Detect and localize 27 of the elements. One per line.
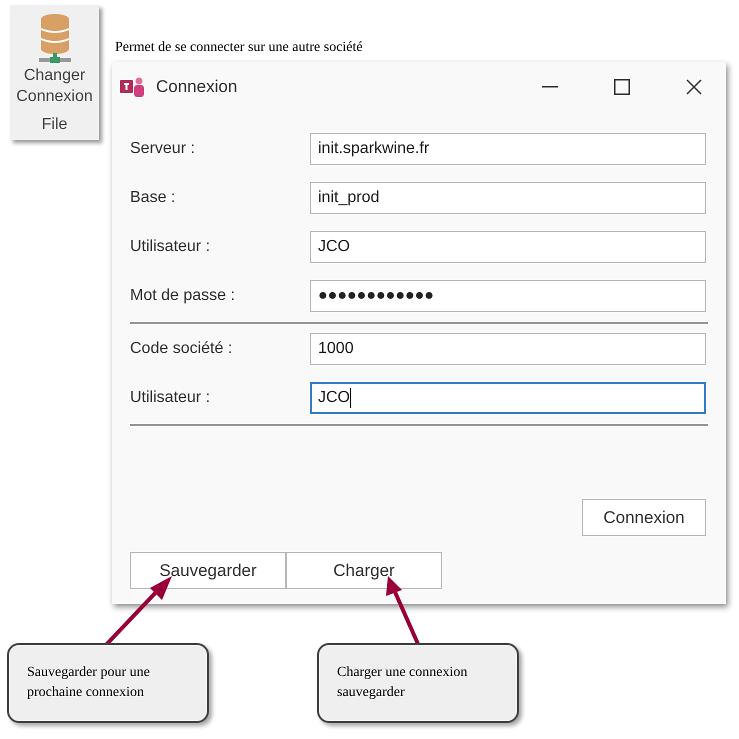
save-button[interactable]: Sauvegarder bbox=[130, 552, 286, 589]
input-field[interactable]: init.sparkwine.fr bbox=[310, 133, 706, 165]
callout-note: Charger une connexion sauvegarder bbox=[317, 643, 519, 723]
close-icon[interactable] bbox=[686, 79, 702, 95]
minimize-icon[interactable] bbox=[542, 86, 558, 88]
group-label: File bbox=[42, 115, 68, 135]
input-field[interactable]: 1000 bbox=[310, 333, 706, 365]
input-field[interactable]: ●●●●●●●●●●●● bbox=[310, 280, 706, 312]
field-label: Utilisateur : bbox=[130, 237, 212, 257]
field-label: Utilisateur : bbox=[130, 388, 212, 408]
input-field[interactable]: JCO bbox=[310, 231, 706, 263]
field-label: Code société : bbox=[130, 339, 234, 359]
callout-note: Sauvegarder pour une prochaine connexion bbox=[7, 643, 209, 723]
ribbon-button[interactable]: Changer Connexion File bbox=[10, 5, 99, 140]
load-button[interactable]: Charger bbox=[286, 552, 442, 589]
database-icon bbox=[36, 13, 72, 63]
caption-text: Permet de se connecter sur une autre société bbox=[115, 39, 363, 57]
field-label: Serveur : bbox=[130, 139, 196, 159]
window-title: Connexion bbox=[156, 76, 238, 98]
field-label: Base : bbox=[130, 188, 176, 208]
maximize-icon[interactable] bbox=[614, 79, 630, 95]
connect-button[interactable]: Connexion bbox=[582, 499, 706, 536]
input-field[interactable]: init_prod bbox=[310, 182, 706, 214]
app-icon bbox=[120, 76, 146, 98]
field-label: Mot de passe : bbox=[130, 286, 236, 306]
button-label: Changer Connexion bbox=[15, 66, 94, 107]
input-field[interactable]: JCO bbox=[310, 382, 706, 414]
